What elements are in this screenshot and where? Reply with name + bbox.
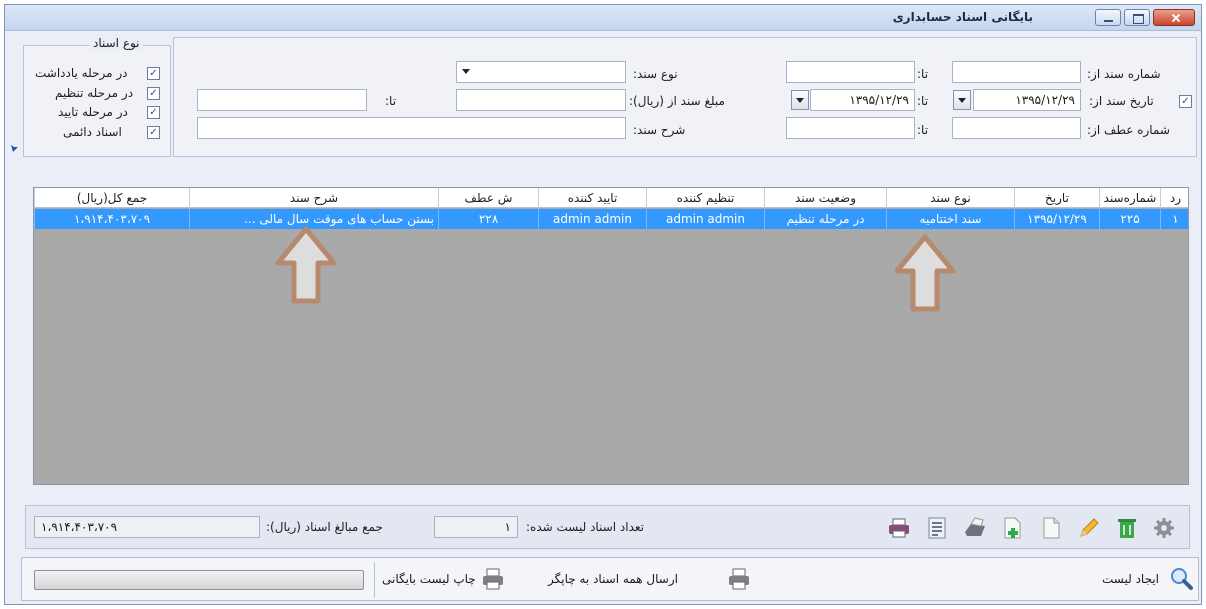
- checkbox-note-stage-label: در مرحله یادداشت: [35, 66, 128, 80]
- window-controls: [1095, 9, 1195, 26]
- checkbox-setup-stage-label: در مرحله تنظیم: [55, 86, 134, 100]
- checkbox-permanent-label: اسناد دائمی: [63, 125, 122, 139]
- gear-icon[interactable]: [1152, 516, 1176, 540]
- date-filter-checkbox[interactable]: ✓: [1179, 95, 1192, 108]
- description-input[interactable]: [197, 117, 626, 139]
- annotation-arrow-icon: [275, 226, 337, 304]
- col-doc-status[interactable]: وضعیت سند: [764, 188, 886, 208]
- doc-number-to-label: تا:: [917, 67, 929, 81]
- ref-number-to-input[interactable]: [786, 117, 915, 139]
- create-list-button[interactable]: ایجاد لیست: [1102, 572, 1159, 586]
- printer-icon[interactable]: [887, 516, 911, 540]
- col-preparer[interactable]: تنظیم کننده: [646, 188, 764, 208]
- col-approver[interactable]: تایید کننده: [538, 188, 646, 208]
- edit-pencil-icon[interactable]: [1077, 516, 1101, 540]
- date-from-dropdown[interactable]: [953, 90, 971, 110]
- checkbox-setup-stage[interactable]: ✓: [147, 87, 160, 100]
- ref-number-from-input[interactable]: [952, 117, 1081, 139]
- doc-type-select[interactable]: [456, 61, 626, 83]
- col-row[interactable]: رد: [1160, 188, 1190, 208]
- checkbox-note-stage[interactable]: ✓: [147, 67, 160, 80]
- document-count-label: تعداد اسناد لیست شده:: [526, 520, 645, 534]
- doc-types-title: نوع اسناد: [90, 36, 143, 50]
- table-header: رد شماره‌سند تاریخ نوع سند وضعیت سند تنظ…: [34, 188, 1188, 208]
- cell-preparer: admin admin: [646, 209, 764, 229]
- window-title: بایگانی اسناد حسابداری: [892, 10, 1033, 24]
- footer-divider: [374, 562, 375, 598]
- document-count-field: ۱: [434, 516, 518, 538]
- cell-doc-type: سند اختتامیه: [886, 209, 1014, 229]
- cell-row: ۱: [1160, 209, 1190, 229]
- title-bar: بایگانی اسناد حسابداری: [5, 5, 1201, 31]
- maximize-icon[interactable]: [1124, 9, 1150, 26]
- footer-bar: چاپ لیست بایگانی ارسال همه اسناد به چاپگ…: [21, 557, 1199, 601]
- cell-doc-status: در مرحله تنظیم: [764, 209, 886, 229]
- chevron-down-icon[interactable]: [458, 62, 476, 82]
- date-to-dropdown[interactable]: [791, 90, 809, 110]
- total-amount-label: جمع مبالغ اسناد (ریال):: [266, 520, 383, 534]
- checkbox-approval-stage[interactable]: ✓: [147, 106, 160, 119]
- send-all-printer-icon[interactable]: [726, 566, 752, 592]
- doc-date-to-label: تا:: [917, 94, 929, 108]
- cell-approver: admin admin: [538, 209, 646, 229]
- collapse-arrow-icon[interactable]: [9, 139, 23, 153]
- doc-number-to-input[interactable]: [786, 61, 915, 83]
- table-row[interactable]: ۱ ۲۲۵ ۱۳۹۵/۱۲/۲۹ سند اختتامیه در مرحله ت…: [34, 209, 1188, 229]
- doc-date-from-label: تاریخ سند از:: [1089, 94, 1154, 108]
- description-label: شرح سند:: [633, 123, 686, 137]
- doc-date-from-input[interactable]: ۱۳۹۵/۱۲/۲۹: [973, 89, 1081, 111]
- cell-ref-number: ۲۲۸: [438, 209, 538, 229]
- col-doc-number[interactable]: شماره‌سند: [1099, 188, 1160, 208]
- print-archive-list-button[interactable]: چاپ لیست بایگانی: [382, 572, 476, 586]
- col-description[interactable]: شرح سند: [189, 188, 438, 208]
- minimize-icon[interactable]: [1095, 9, 1121, 26]
- doc-type-label: نوع سند:: [633, 67, 678, 81]
- documents-table[interactable]: رد شماره‌سند تاریخ نوع سند وضعیت سند تنظ…: [33, 187, 1189, 485]
- doc-number-from-label: شماره سند از:: [1087, 67, 1161, 81]
- ref-number-to-label: تا:: [917, 123, 929, 137]
- add-document-icon[interactable]: [1001, 516, 1025, 540]
- checkbox-approval-stage-label: در مرحله تایید: [58, 105, 128, 119]
- progress-bar: [34, 570, 364, 590]
- doc-types-group: [23, 45, 171, 157]
- amount-to-label: تا:: [385, 94, 397, 108]
- amount-to-input[interactable]: [197, 89, 367, 111]
- amount-from-input[interactable]: [456, 89, 626, 111]
- checkbox-permanent[interactable]: ✓: [147, 126, 160, 139]
- close-icon[interactable]: [1153, 9, 1195, 26]
- cell-date: ۱۳۹۵/۱۲/۲۹: [1014, 209, 1099, 229]
- cell-doc-number: ۲۲۵: [1099, 209, 1160, 229]
- amount-from-label: مبلغ سند از (ریال):: [629, 94, 725, 108]
- send-all-to-printer-button[interactable]: ارسال همه اسناد به چاپگر: [548, 572, 678, 586]
- search-icon[interactable]: [1168, 566, 1194, 592]
- new-document-icon[interactable]: [1039, 516, 1063, 540]
- scanner-icon[interactable]: [963, 516, 987, 540]
- cell-total: ۱،۹۱۴،۴۰۳،۷۰۹: [34, 209, 189, 229]
- col-date[interactable]: تاریخ: [1014, 188, 1099, 208]
- col-doc-type[interactable]: نوع سند: [886, 188, 1014, 208]
- report-icon[interactable]: [925, 516, 949, 540]
- doc-number-from-input[interactable]: [952, 61, 1081, 83]
- doc-date-to-input[interactable]: ۱۳۹۵/۱۲/۲۹: [810, 89, 915, 111]
- print-archive-printer-icon[interactable]: [480, 566, 506, 592]
- archive-window: بایگانی اسناد حسابداری نوع اسناد شماره س…: [4, 4, 1202, 605]
- delete-trash-icon[interactable]: [1115, 516, 1139, 540]
- annotation-arrow-icon: [894, 234, 956, 312]
- col-total[interactable]: جمع کل(ریال): [34, 188, 189, 208]
- ref-number-from-label: شماره عطف از:: [1087, 123, 1170, 137]
- total-amount-field: ۱،۹۱۴،۴۰۳،۷۰۹: [34, 516, 260, 538]
- col-ref-number[interactable]: ش عطف: [438, 188, 538, 208]
